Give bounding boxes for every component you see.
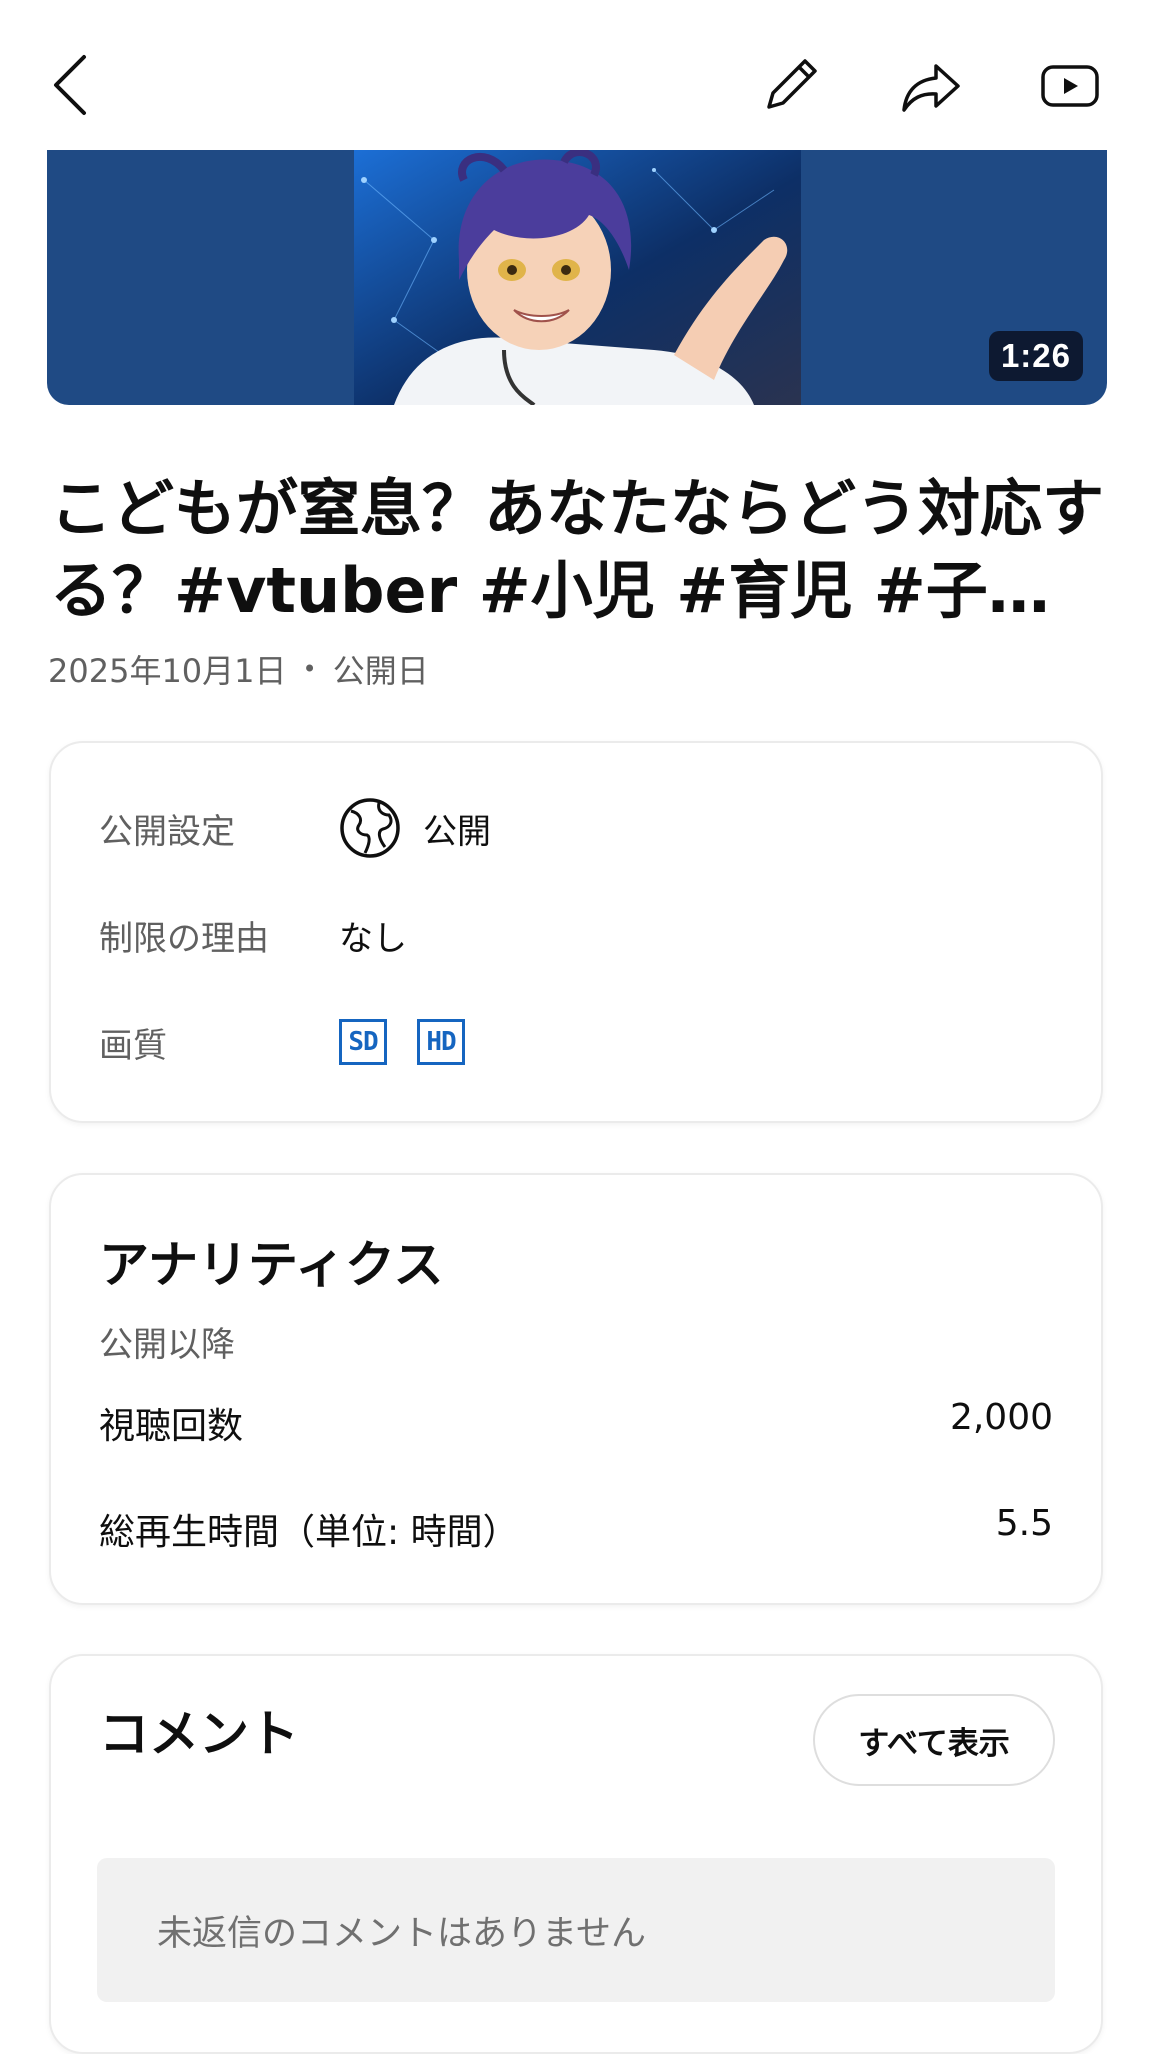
video-title: こどもが窒息？あなたならどう対応する？#vtuber #小児 #育児 #子… (50, 472, 1105, 627)
top-bar (0, 0, 1155, 150)
publish-date-label: 公開日 (332, 652, 429, 690)
show-all-button[interactable]: すべて表示 (813, 1694, 1055, 1786)
separator-dot: • (302, 655, 317, 683)
youtube-button[interactable] (1038, 58, 1102, 114)
chevron-left-icon (54, 55, 86, 115)
share-icon (902, 64, 960, 112)
views-row: 視聴回数 2,000 (99, 1397, 1053, 1449)
pencil-icon (767, 59, 817, 109)
views-value: 2,000 (949, 1397, 1053, 1438)
no-comments-message: 未返信のコメントはありません (97, 1858, 1055, 2002)
publish-date: 2025年10月1日 (48, 652, 287, 690)
globe-icon (340, 798, 400, 858)
quality-label: 画質 (99, 1025, 167, 1066)
visibility-row[interactable]: 公開設定 公開 (99, 793, 1053, 863)
analytics-title: アナリティクス (99, 1236, 444, 1294)
hd-badge: HD (417, 1019, 465, 1065)
watch-time-value: 5.5 (995, 1503, 1053, 1544)
play-icon (1041, 65, 1099, 107)
restriction-row[interactable]: 制限の理由 なし (99, 900, 1053, 970)
publish-date-line: 2025年10月1日 • 公開日 (48, 646, 429, 692)
share-button[interactable] (898, 54, 964, 120)
restriction-value: なし (339, 918, 407, 959)
analytics-subtitle: 公開以降 (99, 1325, 235, 1365)
details-card: 公開設定 公開 制限の理由 なし 画質 SD HD (49, 741, 1103, 1123)
sd-badge: SD (339, 1019, 387, 1065)
watch-time-row: 総再生時間（単位: 時間） 5.5 (99, 1503, 1053, 1555)
duration-badge: 1:26 (988, 331, 1083, 381)
comments-title: コメント (99, 1705, 299, 1763)
back-button[interactable] (40, 50, 100, 120)
analytics-card[interactable]: アナリティクス 公開以降 視聴回数 2,000 総再生時間（単位: 時間） 5.… (49, 1173, 1103, 1605)
restriction-label: 制限の理由 (99, 918, 269, 959)
no-comments-text: 未返信のコメントはありません (157, 1913, 646, 1954)
visibility-value: 公開 (423, 811, 491, 852)
comments-card: コメント すべて表示 未返信のコメントはありません (49, 1654, 1103, 2054)
video-thumbnail[interactable]: 1:26 (47, 150, 1107, 405)
thumbnail-image (354, 150, 801, 405)
quality-row[interactable]: 画質 SD HD (99, 1007, 1053, 1077)
watch-time-label: 総再生時間（単位: 時間） (99, 1512, 519, 1553)
visibility-label: 公開設定 (99, 811, 235, 852)
views-label: 視聴回数 (99, 1406, 244, 1447)
edit-button[interactable] (758, 52, 824, 118)
